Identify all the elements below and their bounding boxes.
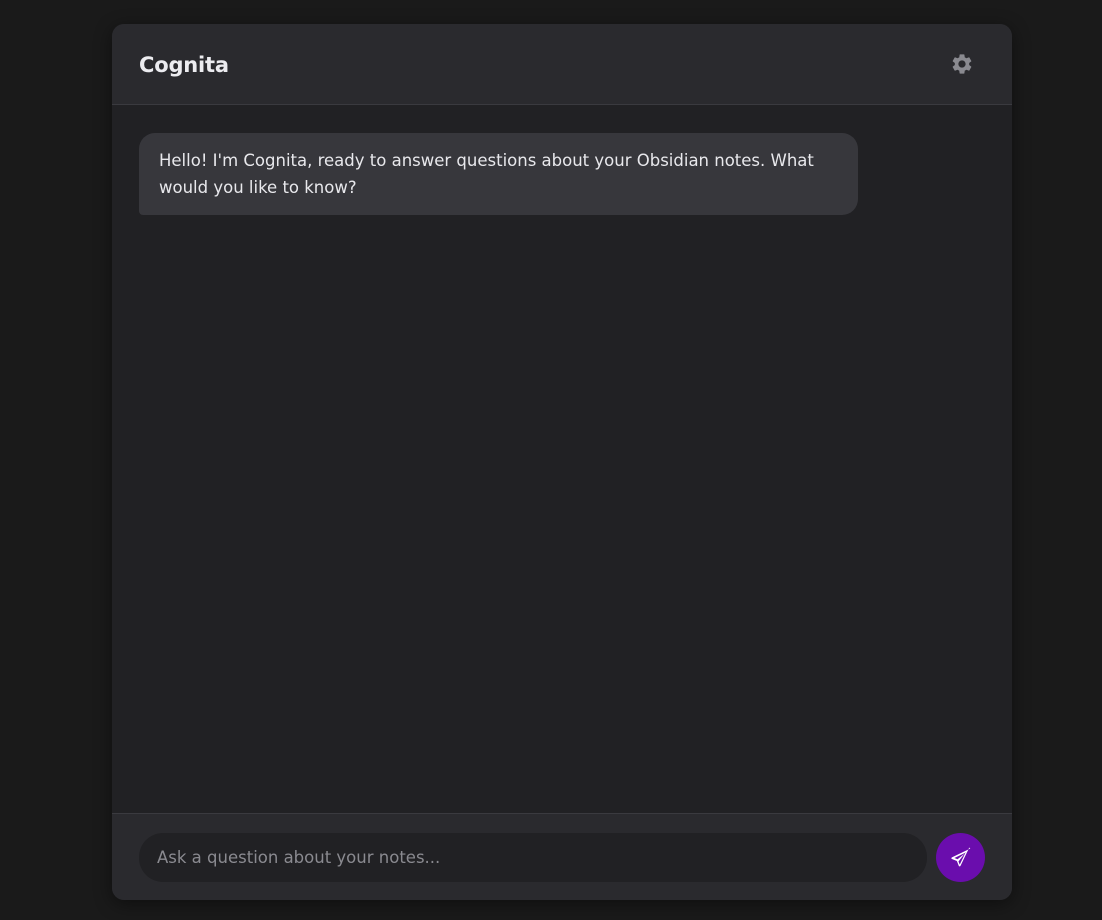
- header: Cognita: [112, 24, 1012, 105]
- composer: [112, 813, 1012, 900]
- settings-button[interactable]: [946, 48, 978, 80]
- send-button[interactable]: [936, 833, 985, 882]
- question-input[interactable]: [139, 833, 927, 882]
- assistant-message: Hello! I'm Cognita, ready to answer ques…: [139, 133, 858, 215]
- chat-window: Cognita Hello! I'm Cognita, ready to ans…: [112, 24, 1012, 900]
- gear-icon: [952, 54, 972, 74]
- message-list[interactable]: Hello! I'm Cognita, ready to answer ques…: [112, 105, 1012, 813]
- paper-plane-icon: [950, 846, 971, 866]
- app-title: Cognita: [139, 53, 229, 77]
